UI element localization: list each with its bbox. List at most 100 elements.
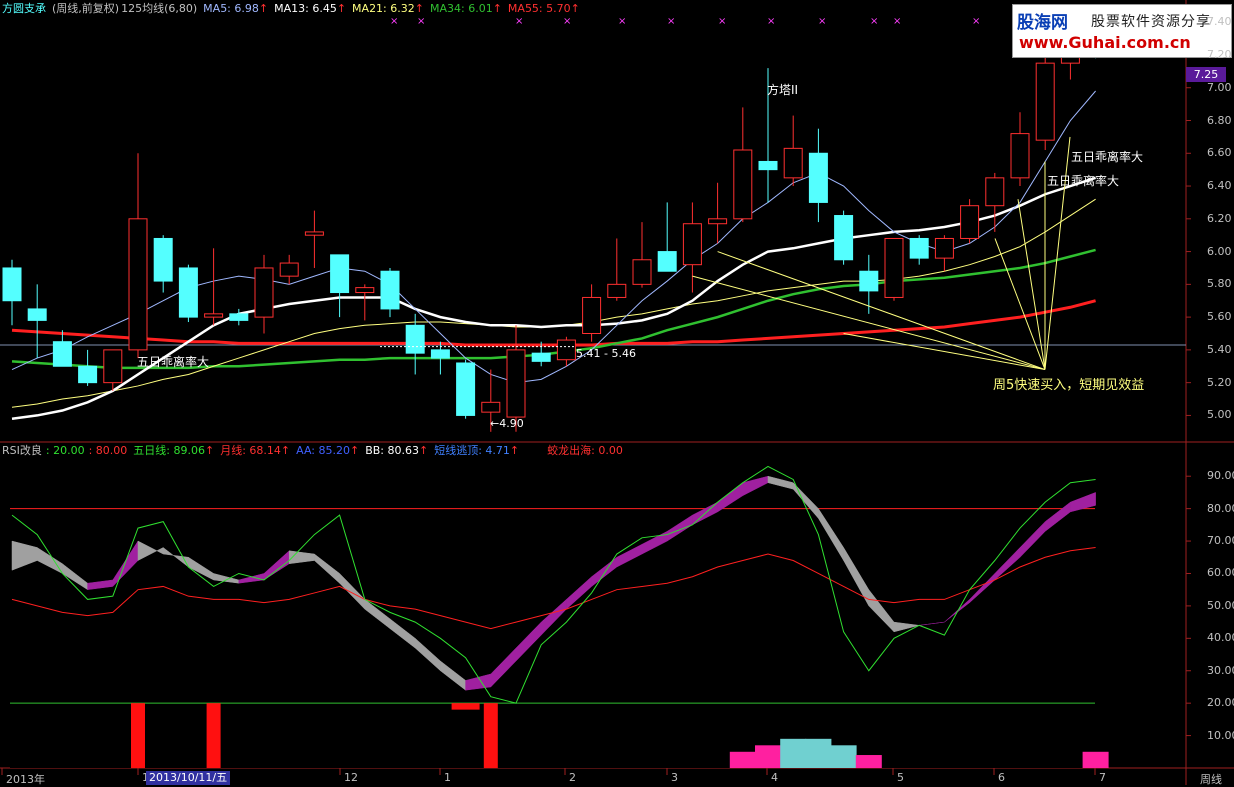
candle-body	[2, 267, 22, 302]
candle-body	[909, 237, 929, 259]
candle-body	[783, 147, 803, 179]
duan-bar	[755, 745, 781, 768]
price-tick-label: 7.40	[1207, 15, 1232, 29]
candle-body	[481, 401, 501, 413]
duan-bar	[855, 755, 882, 768]
indicator-tick-label: 40.00	[1207, 631, 1234, 645]
candle-body	[103, 349, 123, 384]
price-tick-label: 6.40	[1207, 179, 1232, 193]
time-tick-label: 7	[1099, 771, 1106, 784]
candle-body	[657, 251, 677, 272]
price-tick-label: 7.20	[1207, 47, 1232, 61]
time-tick-label: 1	[444, 771, 451, 784]
ma55-value: MA55: 5.70	[507, 2, 571, 15]
main-header: 方圆支承 (周线,前复权) 125均线(6,80) MA5: 6.98↑ MA13: 6…	[2, 2, 580, 15]
candle-body	[153, 237, 173, 282]
selected-date-badge: 2013/10/11/五	[146, 771, 231, 785]
indicator-tick-label: 60.00	[1207, 566, 1234, 580]
candle-body	[254, 267, 274, 318]
signal-marker: ×	[417, 16, 425, 27]
candle-body	[733, 149, 753, 220]
yue-value: 月线: 68.14	[220, 444, 281, 457]
wuri-right-label-2: 五日乖离率大	[1047, 174, 1120, 188]
signal-marker: ×	[893, 16, 901, 27]
candle-body	[582, 296, 602, 335]
signal-marker: ×	[718, 16, 726, 27]
signal-marker: ×	[515, 16, 523, 27]
candle-body	[859, 270, 879, 292]
ma34-value: MA34: 6.01	[429, 2, 493, 15]
wuri-right-label-1: 五日乖离率大	[1071, 150, 1144, 164]
candle-body	[960, 205, 980, 239]
candle-body	[1010, 133, 1030, 179]
price-tick-label: 6.60	[1207, 146, 1232, 160]
candle-body	[355, 287, 375, 294]
indicator-tick-label: 20.00	[1207, 696, 1234, 710]
candle-body	[985, 177, 1005, 207]
logo-slogan: 股票软件资源分享	[1091, 14, 1211, 30]
ma21-value: MA21: 6.32	[352, 2, 415, 15]
candle-body	[456, 362, 476, 416]
candle-body	[758, 160, 778, 171]
time-tick-label: 4	[771, 771, 778, 784]
level-20: : 20.00	[45, 444, 85, 457]
indicator-tick-label: 70.00	[1207, 534, 1234, 548]
price-tick-label: 5.00	[1207, 408, 1232, 422]
candle-body	[279, 262, 299, 277]
candle-body	[178, 267, 198, 318]
indicator-tick-label: 80.00	[1207, 501, 1234, 515]
aa-value: AA: 85.20	[296, 444, 350, 457]
candle-body	[330, 254, 350, 294]
indicator-tick-label: 90.00	[1207, 469, 1234, 483]
candle-body	[52, 341, 72, 367]
signal-marker: ×	[818, 16, 826, 27]
logo-brand: 股海网	[1017, 13, 1068, 33]
ma5-value: MA5: 6.98	[203, 2, 259, 15]
candle-body	[506, 349, 526, 418]
jiaolong-bar	[483, 703, 498, 768]
candle-body	[430, 349, 450, 359]
watermark-logo: 股海网 股票软件资源分享 www.Guhai.com.cn	[1012, 4, 1232, 58]
level-80: : 80.00	[88, 444, 128, 457]
candle-body	[128, 218, 148, 351]
candle-body	[27, 308, 47, 321]
candle-body	[834, 215, 854, 261]
price-tick-label: 5.60	[1207, 310, 1232, 324]
candle-body	[304, 231, 324, 236]
price-tick-label: 7.00	[1207, 80, 1232, 94]
stock-title: 方圆支承	[2, 2, 46, 15]
cost-line: 125均线(6,80)	[121, 2, 198, 15]
price-tick-label: 6.20	[1207, 211, 1232, 225]
candle-body	[229, 313, 249, 321]
wuri-left-label: 五日乖离率大	[137, 355, 210, 369]
price-tick-label: 5.80	[1207, 277, 1232, 291]
duan-bar	[830, 745, 857, 768]
candle-body	[78, 365, 98, 384]
indicator-tick-label: 50.00	[1207, 598, 1234, 612]
price-tick-label: 6.00	[1207, 244, 1232, 258]
candle-body	[204, 313, 224, 318]
indicator-tick-label: 10.00	[1207, 728, 1234, 742]
signal-marker: ×	[767, 16, 775, 27]
candle-body	[682, 223, 702, 266]
period-subtitle: (周线,前复权)	[52, 2, 120, 15]
ma13-value: MA13: 6.45	[274, 2, 337, 15]
jiaolong-value: 蛟龙出海: 0.00	[547, 444, 623, 457]
price-tick-label: 6.80	[1207, 113, 1232, 127]
time-tick-label: 6	[998, 771, 1005, 784]
duan-bar	[780, 738, 807, 768]
price-tick-label: 5.20	[1207, 375, 1232, 389]
buy-signal-label: 周5快速买入，短期见效益	[993, 378, 1145, 393]
indicator-name: RSI改良	[2, 444, 42, 457]
low-price-label: ←4.90	[490, 417, 524, 430]
candle-body	[808, 152, 828, 203]
time-tick-label: 2	[569, 771, 576, 784]
signal-marker: ×	[563, 16, 571, 27]
signal-marker: ×	[870, 16, 878, 27]
candle-body	[531, 352, 551, 362]
price-tick-label: 5.40	[1207, 342, 1232, 356]
indicator-tick-label: 30.00	[1207, 663, 1234, 677]
duan-bar	[805, 738, 832, 768]
jiaolong-bar	[131, 703, 145, 768]
candle-body	[708, 218, 728, 225]
